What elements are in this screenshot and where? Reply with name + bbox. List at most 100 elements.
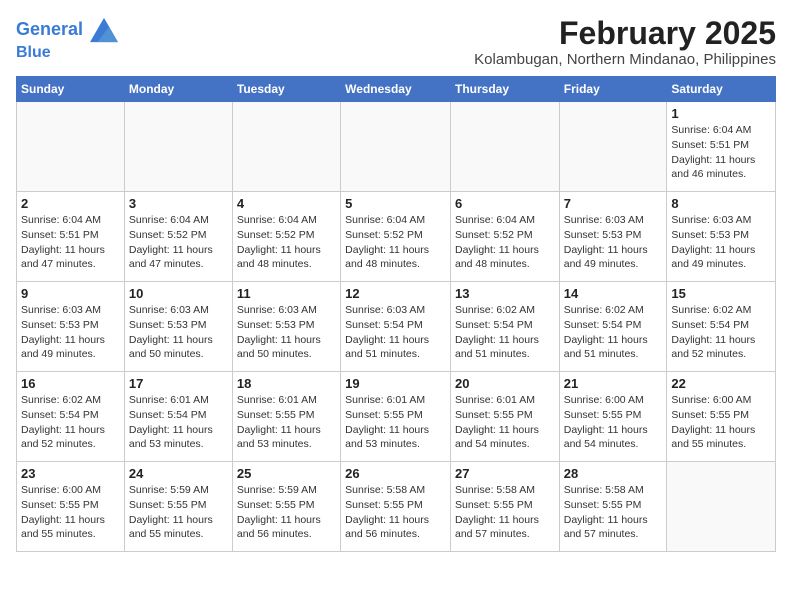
week-row-1: 1 Sunrise: 6:04 AM Sunset: 5:51 PM Daylig…: [17, 102, 776, 192]
day-number: 4: [237, 196, 336, 211]
day-number: 20: [455, 376, 555, 391]
subtitle: Kolambugan, Northern Mindanao, Philippin…: [474, 51, 776, 68]
day-number: 27: [455, 466, 555, 481]
day-number: 19: [345, 376, 446, 391]
calendar-cell: 23 Sunrise: 6:00 AM Sunset: 5:55 PM Dayli…: [17, 462, 125, 552]
day-number: 11: [237, 286, 336, 301]
day-info: Sunrise: 5:58 AM Sunset: 5:55 PM Dayligh…: [564, 483, 663, 542]
day-info: Sunrise: 6:01 AM Sunset: 5:55 PM Dayligh…: [345, 393, 446, 452]
day-info: Sunrise: 5:58 AM Sunset: 5:55 PM Dayligh…: [455, 483, 555, 542]
day-info: Sunrise: 6:03 AM Sunset: 5:53 PM Dayligh…: [21, 303, 120, 362]
logo: General Blue: [16, 16, 118, 62]
day-info: Sunrise: 6:02 AM Sunset: 5:54 PM Dayligh…: [455, 303, 555, 362]
day-info: Sunrise: 6:04 AM Sunset: 5:52 PM Dayligh…: [129, 213, 228, 272]
calendar-cell: 18 Sunrise: 6:01 AM Sunset: 5:55 PM Dayli…: [232, 372, 340, 462]
day-info: Sunrise: 6:04 AM Sunset: 5:51 PM Dayligh…: [671, 123, 771, 182]
weekday-header-monday: Monday: [124, 77, 232, 102]
calendar-cell: 10 Sunrise: 6:03 AM Sunset: 5:53 PM Dayli…: [124, 282, 232, 372]
day-info: Sunrise: 6:01 AM Sunset: 5:54 PM Dayligh…: [129, 393, 228, 452]
week-row-5: 23 Sunrise: 6:00 AM Sunset: 5:55 PM Dayli…: [17, 462, 776, 552]
calendar-cell: 12 Sunrise: 6:03 AM Sunset: 5:54 PM Dayli…: [341, 282, 451, 372]
calendar-cell: 20 Sunrise: 6:01 AM Sunset: 5:55 PM Dayli…: [450, 372, 559, 462]
calendar-cell: [559, 102, 667, 192]
main-title: February 2025: [474, 16, 776, 51]
calendar-cell: 24 Sunrise: 5:59 AM Sunset: 5:55 PM Dayli…: [124, 462, 232, 552]
day-info: Sunrise: 6:00 AM Sunset: 5:55 PM Dayligh…: [671, 393, 771, 452]
day-number: 15: [671, 286, 771, 301]
calendar-cell: 27 Sunrise: 5:58 AM Sunset: 5:55 PM Dayli…: [450, 462, 559, 552]
weekday-header-row: SundayMondayTuesdayWednesdayThursdayFrid…: [17, 77, 776, 102]
calendar-cell: 15 Sunrise: 6:02 AM Sunset: 5:54 PM Dayli…: [667, 282, 776, 372]
calendar-cell: 14 Sunrise: 6:02 AM Sunset: 5:54 PM Dayli…: [559, 282, 667, 372]
day-info: Sunrise: 5:58 AM Sunset: 5:55 PM Dayligh…: [345, 483, 446, 542]
day-number: 22: [671, 376, 771, 391]
day-number: 14: [564, 286, 663, 301]
day-number: 1: [671, 106, 771, 121]
calendar-cell: [17, 102, 125, 192]
day-number: 6: [455, 196, 555, 211]
day-number: 16: [21, 376, 120, 391]
day-number: 13: [455, 286, 555, 301]
calendar-cell: [667, 462, 776, 552]
weekday-header-sunday: Sunday: [17, 77, 125, 102]
weekday-header-saturday: Saturday: [667, 77, 776, 102]
weekday-header-wednesday: Wednesday: [341, 77, 451, 102]
calendar-cell: 4Sunrise: 6:04 AM Sunset: 5:52 PM Daylig…: [232, 192, 340, 282]
day-info: Sunrise: 6:02 AM Sunset: 5:54 PM Dayligh…: [564, 303, 663, 362]
day-number: 10: [129, 286, 228, 301]
calendar-cell: 5 Sunrise: 6:04 AM Sunset: 5:52 PM Daylig…: [341, 192, 451, 282]
weekday-header-tuesday: Tuesday: [232, 77, 340, 102]
calendar-cell: [124, 102, 232, 192]
logo-text: General: [16, 16, 118, 44]
title-area: February 2025 Kolambugan, Northern Minda…: [474, 16, 776, 68]
calendar-cell: 11Sunrise: 6:03 AM Sunset: 5:53 PM Dayli…: [232, 282, 340, 372]
calendar-cell: 19 Sunrise: 6:01 AM Sunset: 5:55 PM Dayli…: [341, 372, 451, 462]
calendar-cell: 16 Sunrise: 6:02 AM Sunset: 5:54 PM Dayli…: [17, 372, 125, 462]
day-info: Sunrise: 6:00 AM Sunset: 5:55 PM Dayligh…: [564, 393, 663, 452]
day-info: Sunrise: 6:04 AM Sunset: 5:52 PM Dayligh…: [345, 213, 446, 272]
day-number: 24: [129, 466, 228, 481]
day-number: 25: [237, 466, 336, 481]
day-number: 8: [671, 196, 771, 211]
calendar-cell: 6 Sunrise: 6:04 AM Sunset: 5:52 PM Daylig…: [450, 192, 559, 282]
day-info: Sunrise: 6:04 AM Sunset: 5:51 PM Dayligh…: [21, 213, 120, 272]
calendar-cell: 13 Sunrise: 6:02 AM Sunset: 5:54 PM Dayli…: [450, 282, 559, 372]
calendar-cell: 9 Sunrise: 6:03 AM Sunset: 5:53 PM Daylig…: [17, 282, 125, 372]
day-number: 23: [21, 466, 120, 481]
calendar-cell: [341, 102, 451, 192]
day-info: Sunrise: 5:59 AM Sunset: 5:55 PM Dayligh…: [129, 483, 228, 542]
calendar-cell: [232, 102, 340, 192]
weekday-header-friday: Friday: [559, 77, 667, 102]
calendar-cell: 26 Sunrise: 5:58 AM Sunset: 5:55 PM Dayli…: [341, 462, 451, 552]
day-number: 7: [564, 196, 663, 211]
day-number: 2: [21, 196, 120, 211]
calendar-cell: 2 Sunrise: 6:04 AM Sunset: 5:51 PM Daylig…: [17, 192, 125, 282]
calendar-cell: 7 Sunrise: 6:03 AM Sunset: 5:53 PM Daylig…: [559, 192, 667, 282]
day-number: 5: [345, 196, 446, 211]
day-number: 17: [129, 376, 228, 391]
day-info: Sunrise: 6:02 AM Sunset: 5:54 PM Dayligh…: [21, 393, 120, 452]
day-info: Sunrise: 6:04 AM Sunset: 5:52 PM Dayligh…: [455, 213, 555, 272]
calendar-cell: 22 Sunrise: 6:00 AM Sunset: 5:55 PM Dayli…: [667, 372, 776, 462]
day-info: Sunrise: 6:03 AM Sunset: 5:53 PM Dayligh…: [564, 213, 663, 272]
day-number: 18: [237, 376, 336, 391]
week-row-4: 16 Sunrise: 6:02 AM Sunset: 5:54 PM Dayli…: [17, 372, 776, 462]
day-number: 3: [129, 196, 228, 211]
week-row-2: 2 Sunrise: 6:04 AM Sunset: 5:51 PM Daylig…: [17, 192, 776, 282]
day-info: Sunrise: 6:03 AM Sunset: 5:53 PM Dayligh…: [129, 303, 228, 362]
day-info: Sunrise: 6:00 AM Sunset: 5:55 PM Dayligh…: [21, 483, 120, 542]
calendar-cell: 3 Sunrise: 6:04 AM Sunset: 5:52 PM Daylig…: [124, 192, 232, 282]
day-info: Sunrise: 6:01 AM Sunset: 5:55 PM Dayligh…: [237, 393, 336, 452]
day-number: 9: [21, 286, 120, 301]
calendar-cell: [450, 102, 559, 192]
day-info: Sunrise: 6:02 AM Sunset: 5:54 PM Dayligh…: [671, 303, 771, 362]
day-number: 26: [345, 466, 446, 481]
calendar-cell: 28Sunrise: 5:58 AM Sunset: 5:55 PM Dayli…: [559, 462, 667, 552]
week-row-3: 9 Sunrise: 6:03 AM Sunset: 5:53 PM Daylig…: [17, 282, 776, 372]
calendar-cell: 21Sunrise: 6:00 AM Sunset: 5:55 PM Dayli…: [559, 372, 667, 462]
day-info: Sunrise: 6:01 AM Sunset: 5:55 PM Dayligh…: [455, 393, 555, 452]
day-info: Sunrise: 6:03 AM Sunset: 5:54 PM Dayligh…: [345, 303, 446, 362]
day-number: 12: [345, 286, 446, 301]
page-header: General Blue February 2025 Kolambugan, N…: [16, 16, 776, 68]
weekday-header-thursday: Thursday: [450, 77, 559, 102]
